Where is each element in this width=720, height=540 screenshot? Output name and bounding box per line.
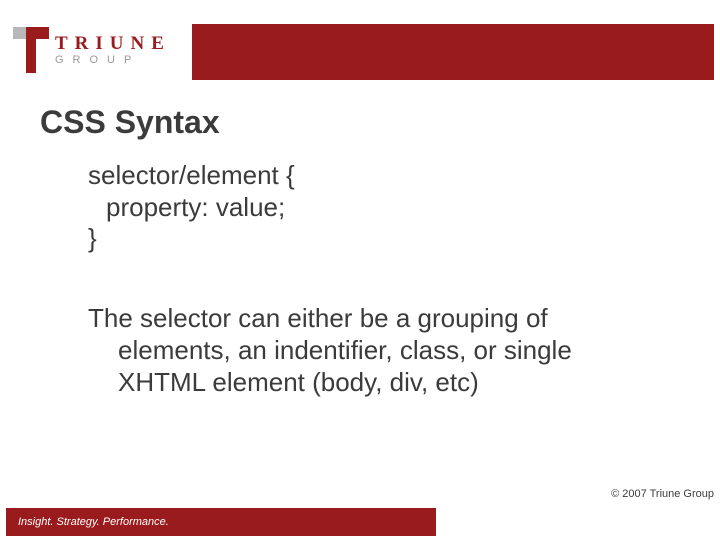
logo-mark-icon xyxy=(13,27,49,73)
logo: TRIUNE GROUP xyxy=(13,21,189,79)
code-line-2: property: value; xyxy=(88,192,680,224)
code-line-1: selector/element { xyxy=(88,160,680,192)
header-bar xyxy=(192,24,714,80)
para-line-2: elements, an indentifier, class, or sing… xyxy=(88,335,680,367)
logo-sub: GROUP xyxy=(55,55,171,66)
footer-tagline-bar: Insight. Strategy. Performance. xyxy=(6,508,436,536)
copyright: © 2007 Triune Group xyxy=(611,488,714,500)
paragraph: The selector can either be a grouping of… xyxy=(88,303,680,398)
slide-content: selector/element { property: value; } Th… xyxy=(88,160,680,398)
logo-text: TRIUNE GROUP xyxy=(55,34,171,66)
slide-title: CSS Syntax xyxy=(40,104,220,141)
logo-brand: TRIUNE xyxy=(55,34,171,53)
code-line-3: } xyxy=(88,223,680,255)
para-line-3: XHTML element (body, div, etc) xyxy=(88,367,680,399)
slide: TRIUNE GROUP CSS Syntax selector/element… xyxy=(0,0,720,540)
footer-tagline: Insight. Strategy. Performance. xyxy=(18,516,169,528)
code-block: selector/element { property: value; } xyxy=(88,160,680,255)
para-line-1: The selector can either be a grouping of xyxy=(88,303,680,335)
